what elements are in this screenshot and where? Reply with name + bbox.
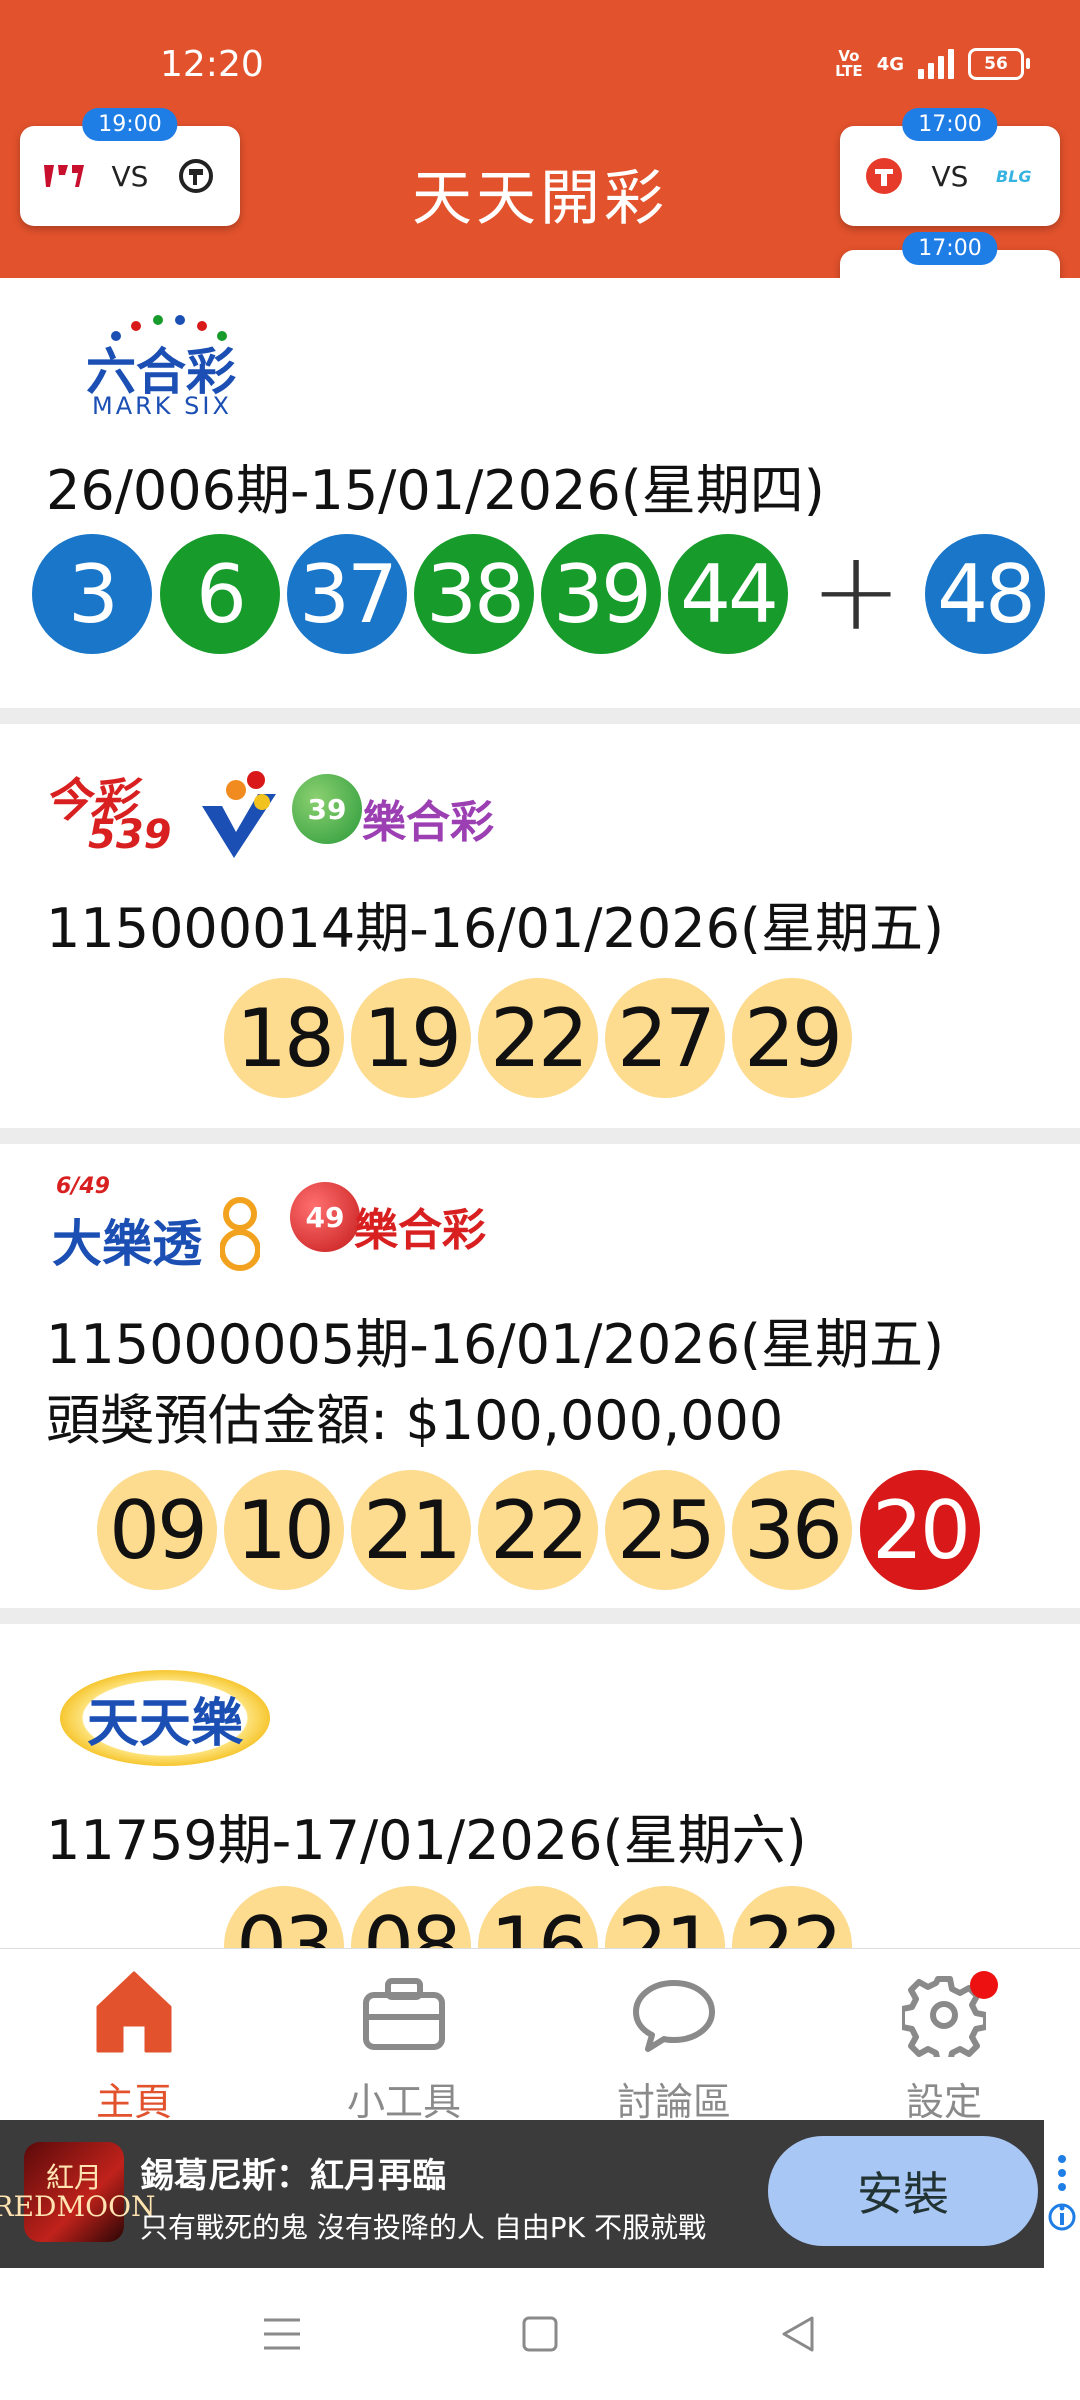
back-icon[interactable]	[780, 2314, 816, 2354]
tiantianle-logo: 天天樂	[60, 1670, 270, 1766]
daily539-section[interactable]: 今彩 539 39 樂合彩 115000014期-16/01/2026(星期五)…	[0, 724, 1080, 1128]
marksix-ball: 6	[160, 534, 280, 654]
menu-icon[interactable]	[262, 2316, 302, 2352]
status-icons: Vo LTE 4G 56	[835, 47, 1030, 80]
lotto649-ball: 25	[605, 1470, 725, 1590]
volte-icon: Vo LTE	[835, 47, 863, 80]
daily539-ball: 18	[224, 978, 344, 1098]
lotto649-logo-top: 6/49	[56, 1174, 110, 1199]
ad-app-icon[interactable]: 紅月 REDMOON	[0, 2142, 156, 2242]
marksix-special-ball: 48	[925, 534, 1045, 654]
lotto649-logo: 6/49 大樂透 49 樂合彩	[52, 1174, 552, 1284]
lotto649-jackpot: 頭獎預估金額: $100,000,000	[46, 1389, 784, 1452]
lottery-v-logo-icon	[202, 771, 276, 858]
section-divider	[0, 1128, 1080, 1144]
team-logo-icon	[174, 154, 218, 198]
section-divider	[0, 1608, 1080, 1624]
lotto649-special-ball: 20	[860, 1470, 980, 1590]
vs-label: VS	[111, 159, 149, 193]
tiantianle-section[interactable]: 天天樂 11759期-17/01/2026(星期六) 03 08 16 21 2…	[0, 1624, 1080, 1948]
team-logo-icon	[862, 154, 906, 198]
match-time: 17:00	[902, 108, 998, 141]
tiantianle-ball: 08	[351, 1886, 471, 1948]
marksix-ball: 39	[541, 534, 661, 654]
team-logo-icon: BLG	[994, 154, 1038, 198]
nav-settings-label: 設定	[905, 2080, 982, 2124]
daily539-ball: 27	[605, 978, 725, 1098]
marksix-ball: 37	[287, 534, 407, 654]
lotto649-ball: 22	[478, 1470, 598, 1590]
tiantianle-ball: 21	[605, 1886, 725, 1948]
section-divider	[0, 708, 1080, 724]
marksix-logo: 六合彩 MARK SIX	[86, 312, 246, 420]
bottom-nav: 主頁 小工具 討論區 設定	[0, 1948, 1080, 2124]
battery-icon: 56	[968, 48, 1030, 80]
vs-label: VS	[931, 159, 969, 193]
toolbox-icon	[363, 1978, 445, 2050]
home-square-icon[interactable]	[522, 2316, 558, 2352]
lotto649-draw-info: 115000005期-16/01/2026(星期五)	[46, 1313, 945, 1376]
svg-text:BLG: BLG	[996, 167, 1032, 186]
marksix-draw-info: 26/006期-15/01/2026(星期四)	[46, 459, 825, 522]
notification-dot	[970, 1971, 998, 1999]
lotto649-ball: 21	[351, 1470, 471, 1590]
daily539-logo: 今彩 539 39 樂合彩	[44, 764, 544, 874]
lucky-eight-icon	[220, 1197, 260, 1271]
team-logo-icon	[42, 154, 86, 198]
nav-home-label: 主頁	[95, 2080, 172, 2124]
match-time: 19:00	[82, 108, 178, 141]
nav-tools-label: 小工具	[346, 2080, 461, 2124]
lottery-49-ball: 49	[290, 1182, 360, 1252]
match-card-2[interactable]: 17:00 VS BLG	[840, 108, 1060, 226]
tiantianle-logo-text: 天天樂	[86, 1693, 243, 1754]
signal-icon	[918, 49, 954, 79]
marksix-ball: 38	[414, 534, 534, 654]
ad-install-button[interactable]: 安裝	[768, 2136, 1038, 2246]
lotto-combo-logo-text: 樂合彩	[354, 1205, 486, 1256]
plus-sign: +	[810, 527, 903, 655]
lotto649-section[interactable]: 6/49 大樂透 49 樂合彩 115000005期-16/01/2026(星期…	[0, 1144, 1080, 1608]
marksix-section[interactable]: 六合彩 MARK SIX 26/006期-15/01/2026(星期四) 3 6…	[0, 278, 1080, 708]
network-type: 4G	[876, 53, 904, 75]
daily539-draw-info: 115000014期-16/01/2026(星期五)	[46, 897, 945, 960]
tiantianle-draw-info: 11759期-17/01/2026(星期六)	[46, 1809, 807, 1872]
battery-level: 56	[984, 54, 1008, 74]
tiantianle-ball: 16	[478, 1886, 598, 1948]
marksix-ball: 3	[32, 534, 152, 654]
daily539-ball: 19	[351, 978, 471, 1098]
lottery-39-ball: 39	[292, 774, 362, 844]
daily539-ball: 29	[732, 978, 852, 1098]
lotto649-ball: 36	[732, 1470, 852, 1590]
match-time: 17:00	[902, 232, 998, 265]
lotto649-ball: 09	[97, 1470, 217, 1590]
nav-forum-label: 討論區	[616, 2080, 731, 2124]
home-icon	[96, 1971, 172, 2053]
system-navigation-bar	[0, 2268, 1080, 2400]
ad-subtitle: 只有戰死的鬼 沒有投降的人 自由PK 不服就戰	[140, 2211, 706, 2244]
marksix-logo-en: MARK SIX	[92, 392, 232, 420]
marksix-ball: 44	[668, 534, 788, 654]
ad-banner[interactable]: 紅月 REDMOON 錫葛尼斯：紅月再臨 只有戰死的鬼 沒有投降的人 自由PK …	[0, 2120, 1080, 2268]
lotto649-logo-text: 大樂透	[52, 1214, 202, 1273]
chat-bubble-icon	[633, 1980, 715, 2052]
lotto-combo-logo-text: 樂合彩	[362, 797, 494, 848]
match-card-1[interactable]: 19:00 VS	[20, 108, 240, 226]
tiantianle-ball: 03	[224, 1886, 344, 1948]
ad-title: 錫葛尼斯：紅月再臨	[140, 2156, 446, 2196]
daily539-logo-number: 539	[88, 812, 172, 858]
lotto649-ball: 10	[224, 1470, 344, 1590]
ad-info-icon[interactable]	[1044, 2120, 1080, 2268]
daily539-ball: 22	[478, 978, 598, 1098]
status-time: 12:20	[160, 44, 264, 85]
tiantianle-ball: 22	[732, 1886, 852, 1948]
app-header: 12:20 Vo LTE 4G 56 天天開彩 19:00 VS 17:00 VS…	[0, 0, 1080, 350]
